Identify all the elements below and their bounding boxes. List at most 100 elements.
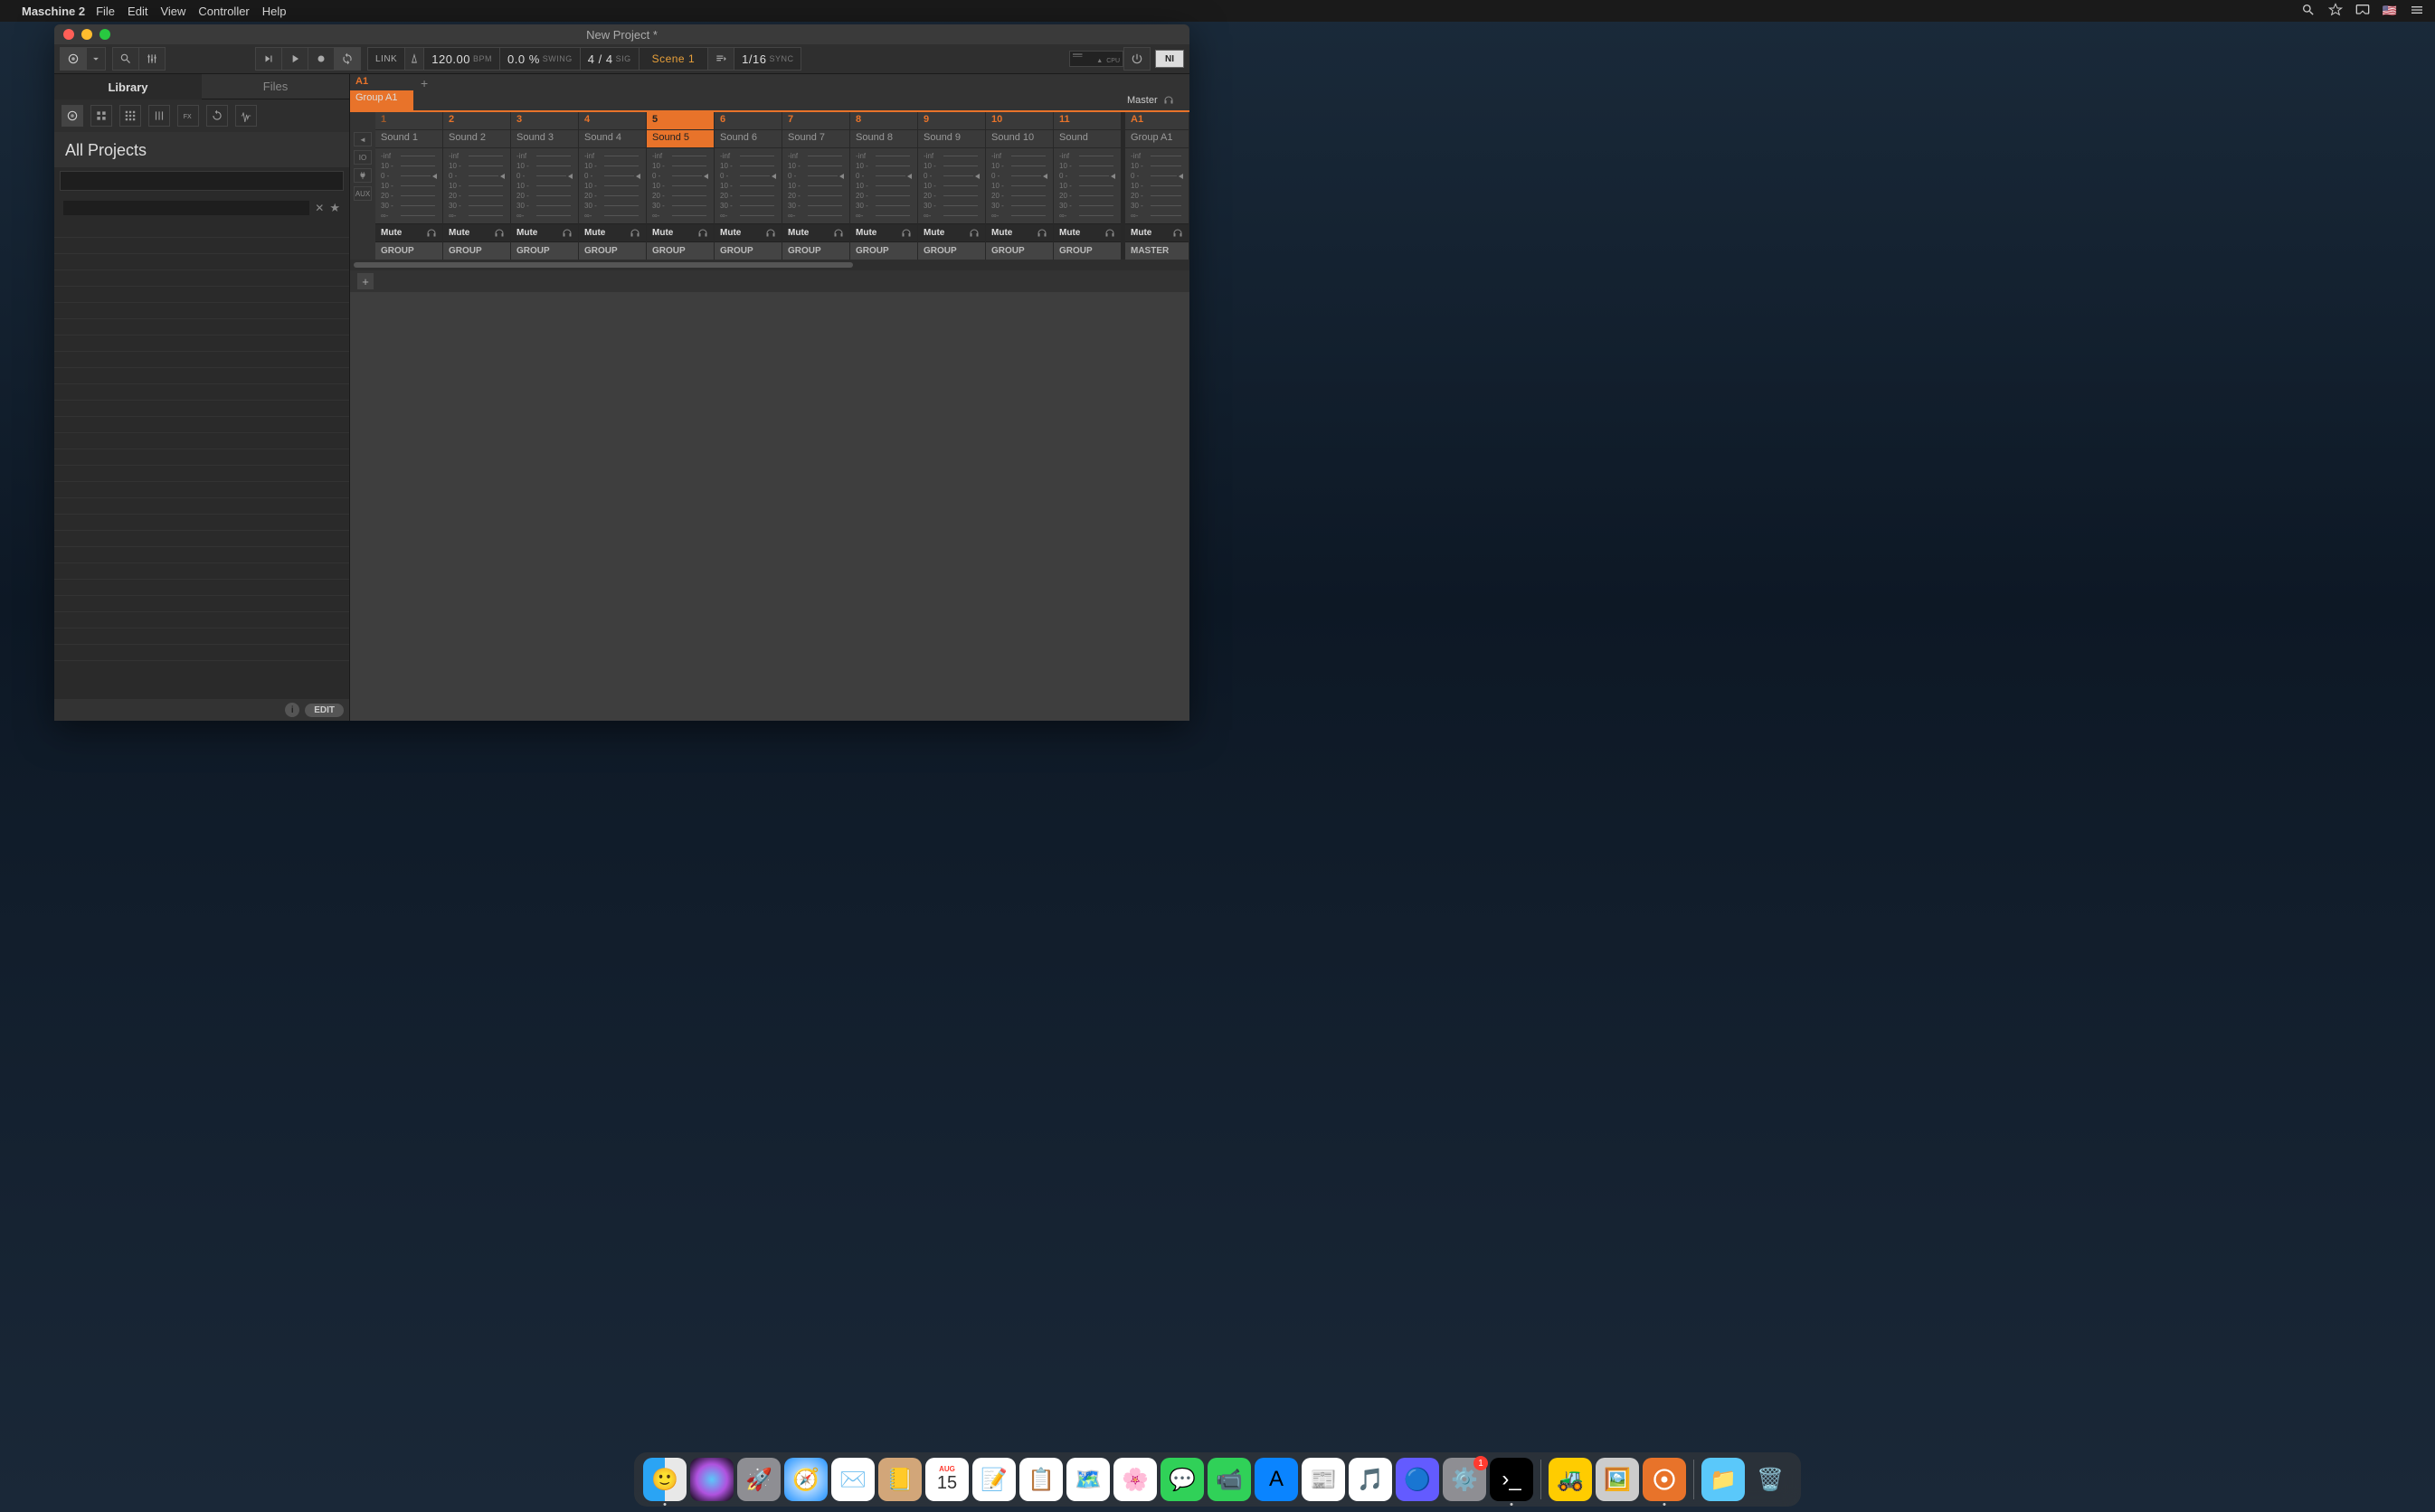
browser-results-list[interactable] (54, 222, 349, 699)
signature-display[interactable]: 4 / 4SIG (580, 47, 640, 71)
collapse-icon[interactable]: ◄ (354, 132, 372, 146)
channel-name[interactable]: Sound 9 (918, 130, 985, 148)
dock-launchpad[interactable]: 🚀 (737, 1458, 781, 1501)
filter-groups-icon[interactable] (90, 105, 112, 127)
channel-number[interactable]: 10 (986, 112, 1053, 130)
dock-reminders[interactable]: 📋 (1019, 1458, 1063, 1501)
tab-library[interactable]: Library (54, 74, 202, 99)
mixer-channel-8[interactable]: 8Sound 8-inf10 -0 -10 -20 -30 -∞-MuteGRO… (850, 112, 918, 260)
channel-number[interactable]: 4 (579, 112, 646, 130)
dock-calendar[interactable]: AUG15 (925, 1458, 969, 1501)
window-titlebar[interactable]: New Project * (54, 24, 1189, 44)
dock-itunes[interactable]: 🎵 (1349, 1458, 1392, 1501)
master-header[interactable]: Master (1122, 74, 1189, 110)
flag-icon[interactable]: 🇺🇸 (2383, 4, 2397, 18)
info-icon[interactable]: i (285, 703, 299, 717)
channel-name[interactable]: Group A1 (1125, 130, 1189, 148)
dock-downloads[interactable]: 📁 (1701, 1458, 1745, 1501)
channel-name[interactable]: Sound 10 (986, 130, 1053, 148)
channel-meter[interactable]: -inf10 -0 -10 -20 -30 -∞- (782, 148, 849, 223)
scene-display[interactable]: Scene 1 (639, 47, 709, 71)
channel-number[interactable]: 5 (647, 112, 714, 130)
headphone-icon[interactable] (630, 228, 640, 239)
dock-siri[interactable] (690, 1458, 734, 1501)
headphone-icon[interactable] (833, 228, 844, 239)
follow-button[interactable] (707, 47, 734, 71)
dock-messages[interactable]: 💬 (1161, 1458, 1204, 1501)
window-close-button[interactable] (63, 29, 74, 40)
headphone-icon[interactable] (426, 228, 437, 239)
mute-button[interactable]: Mute (375, 223, 442, 241)
headphone-icon[interactable] (901, 228, 912, 239)
window-zoom-button[interactable] (99, 29, 110, 40)
dock-notes[interactable]: 📝 (972, 1458, 1016, 1501)
link-button[interactable]: LINK (367, 47, 405, 71)
headphone-icon[interactable] (697, 228, 708, 239)
dock-settings[interactable]: ⚙️1 (1443, 1458, 1486, 1501)
mixer-channel-3[interactable]: 3Sound 3-inf10 -0 -10 -20 -30 -∞-MuteGRO… (511, 112, 579, 260)
favorites-icon[interactable]: ★ (329, 201, 340, 215)
menu-edit[interactable]: Edit (128, 5, 147, 18)
add-group-button[interactable]: + (413, 74, 477, 110)
airplay-icon[interactable] (2355, 3, 2370, 20)
channel-meter[interactable]: -inf10 -0 -10 -20 -30 -∞- (1125, 148, 1189, 223)
filter-instruments-icon[interactable] (148, 105, 170, 127)
spotlight-icon[interactable] (2301, 3, 2316, 20)
routing-label[interactable]: GROUP (511, 241, 578, 260)
headphone-icon[interactable] (494, 228, 505, 239)
mute-button[interactable]: Mute (986, 223, 1053, 241)
headphone-icon[interactable] (1172, 228, 1183, 239)
routing-label[interactable]: MASTER (1125, 241, 1189, 260)
dock-maschine[interactable] (1643, 1458, 1686, 1501)
record-button[interactable] (308, 47, 335, 71)
mixer-channel-5[interactable]: 5Sound 5-inf10 -0 -10 -20 -30 -∞-MuteGRO… (647, 112, 715, 260)
mixer-channel-1[interactable]: 1Sound 1-inf10 -0 -10 -20 -30 -∞-MuteGRO… (375, 112, 443, 260)
dock-maps[interactable]: 🗺️ (1066, 1458, 1110, 1501)
mute-button[interactable]: Mute (715, 223, 782, 241)
tab-files[interactable]: Files (202, 74, 349, 99)
filter-samples-icon[interactable] (235, 105, 257, 127)
menu-file[interactable]: File (96, 5, 115, 18)
channel-meter[interactable]: -inf10 -0 -10 -20 -30 -∞- (443, 148, 510, 223)
mixer-channel-9[interactable]: 9Sound 9-inf10 -0 -10 -20 -30 -∞-MuteGRO… (918, 112, 986, 260)
dock-preview[interactable]: 🖼️ (1596, 1458, 1639, 1501)
routing-label[interactable]: GROUP (850, 241, 917, 260)
dock-facetime[interactable]: 📹 (1208, 1458, 1251, 1501)
search-button[interactable] (112, 47, 139, 71)
channel-number[interactable]: 11 (1054, 112, 1121, 130)
headphone-icon[interactable] (969, 228, 980, 239)
mute-button[interactable]: Mute (579, 223, 646, 241)
play-button[interactable] (281, 47, 308, 71)
mixer-scrollbar[interactable] (350, 260, 1189, 270)
swing-display[interactable]: 0.0 %SWING (499, 47, 581, 71)
metronome-button[interactable] (404, 47, 424, 71)
dock-mail[interactable]: ✉️ (831, 1458, 875, 1501)
mixer-channel-10[interactable]: 10Sound 10-inf10 -0 -10 -20 -30 -∞-MuteG… (986, 112, 1054, 260)
power-button[interactable] (1123, 47, 1151, 71)
headphone-icon[interactable] (562, 228, 573, 239)
mute-button[interactable]: Mute (511, 223, 578, 241)
dock-trash[interactable]: 🗑️ (1748, 1458, 1792, 1501)
channel-name[interactable]: Sound (1054, 130, 1121, 148)
mute-button[interactable]: Mute (782, 223, 849, 241)
channel-name[interactable]: Sound 3 (511, 130, 578, 148)
mute-button[interactable]: Mute (1054, 223, 1121, 241)
filter-fx-icon[interactable]: FX (177, 105, 199, 127)
dock-finder[interactable]: 🙂 (643, 1458, 687, 1501)
channel-number[interactable]: 8 (850, 112, 917, 130)
channel-name[interactable]: Sound 5 (647, 130, 714, 148)
mixer-channel-2[interactable]: 2Sound 2-inf10 -0 -10 -20 -30 -∞-MuteGRO… (443, 112, 511, 260)
mute-button[interactable]: Mute (647, 223, 714, 241)
mute-button[interactable]: Mute (443, 223, 510, 241)
ni-logo[interactable]: NI (1155, 50, 1184, 68)
channel-meter[interactable]: -inf10 -0 -10 -20 -30 -∞- (647, 148, 714, 223)
edit-button[interactable]: EDIT (305, 704, 344, 717)
loop-button[interactable] (334, 47, 361, 71)
channel-number[interactable]: 3 (511, 112, 578, 130)
dock-photos[interactable]: 🌸 (1113, 1458, 1157, 1501)
dock-app-generic-1[interactable]: 🔵 (1396, 1458, 1439, 1501)
headphone-icon[interactable] (1104, 228, 1115, 239)
channel-meter[interactable]: -inf10 -0 -10 -20 -30 -∞- (579, 148, 646, 223)
clear-search-icon[interactable]: ✕ (315, 202, 324, 214)
mute-button[interactable]: Mute (918, 223, 985, 241)
